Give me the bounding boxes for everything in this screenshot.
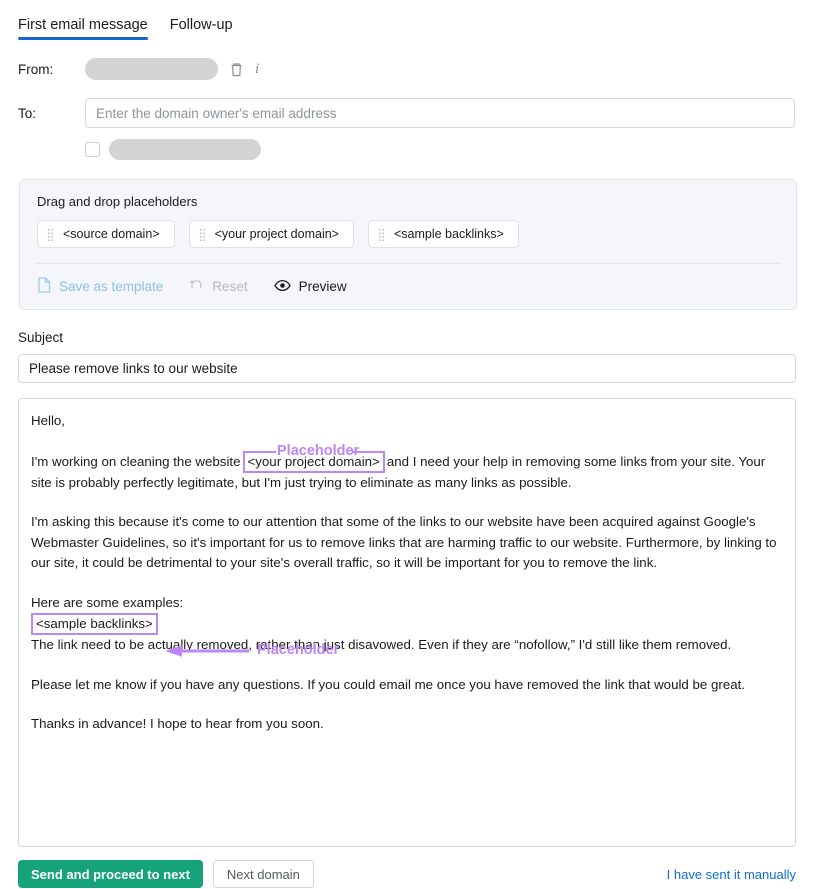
to-email-input[interactable]	[85, 98, 795, 128]
placeholder-chip-source-domain[interactable]: <source domain>	[37, 220, 175, 248]
placeholder-token-sample-backlinks[interactable]: <sample backlinks>	[31, 613, 158, 635]
reset-button[interactable]: Reset	[189, 278, 248, 295]
tab-label: First email message	[18, 17, 148, 33]
body-paragraph-5: Thanks in advance! I hope to hear from y…	[31, 716, 324, 731]
drag-handle-icon[interactable]	[198, 227, 206, 241]
subject-input[interactable]	[18, 354, 796, 383]
email-body-editor[interactable]: Hello, I'm working on cleaning the websi…	[18, 398, 796, 847]
placeholder-chip-your-project-domain[interactable]: <your project domain>	[188, 220, 354, 248]
from-icon-group: i	[230, 61, 259, 77]
p1-before-text: I'm working on cleaning the website	[31, 453, 241, 469]
cc-address-redacted	[109, 138, 261, 160]
tab-follow-up[interactable]: Follow-up	[170, 17, 233, 40]
save-as-template-button[interactable]: Save as template	[37, 277, 163, 296]
document-icon	[37, 277, 51, 296]
panel-divider	[37, 263, 779, 264]
sent-manually-link[interactable]: I have sent it manually	[667, 867, 796, 882]
chip-label: <source domain>	[63, 227, 160, 241]
undo-icon	[189, 278, 204, 295]
body-sample-backlinks-line: <sample backlinks>	[31, 613, 783, 635]
panel-actions: Save as template Reset Preview	[37, 277, 779, 296]
footer-actions: Send and proceed to next Next domain I h…	[18, 859, 796, 889]
placeholders-panel: Drag and drop placeholders <source domai…	[19, 179, 797, 310]
send-and-proceed-button[interactable]: Send and proceed to next	[18, 860, 203, 888]
annotation-arrow-placeholder-2	[165, 645, 249, 657]
body-paragraph-1: I'm working on cleaning the website <your…	[31, 450, 783, 494]
subject-label: Subject	[18, 330, 64, 345]
placeholders-title: Drag and drop placeholders	[37, 194, 198, 209]
from-address-redacted	[85, 58, 218, 80]
preview-label: Preview	[298, 279, 347, 294]
body-paragraph-4: Please let me know if you have any quest…	[31, 676, 746, 692]
from-row: From: i	[18, 56, 813, 82]
save-as-template-label: Save as template	[59, 279, 164, 294]
cc-row	[85, 138, 813, 160]
next-domain-button[interactable]: Next domain	[212, 860, 314, 888]
annotation-caption-placeholder-2: Placeholder	[257, 642, 340, 658]
tab-label: Follow-up	[169, 17, 233, 33]
chip-label: <sample backlinks>	[393, 227, 504, 241]
eye-icon	[273, 279, 291, 295]
preview-button[interactable]: Preview	[273, 279, 347, 295]
trash-icon[interactable]	[230, 62, 243, 77]
tab-first-email-message[interactable]: First email message	[18, 17, 148, 40]
from-label: From:	[18, 61, 54, 77]
body-greeting: Hello,	[31, 413, 65, 428]
cc-checkbox[interactable]	[85, 141, 100, 157]
info-icon[interactable]: i	[255, 61, 259, 77]
chip-label: <your project domain>	[214, 227, 339, 241]
body-examples-intro: Here are some examples:	[31, 594, 184, 610]
to-row: To:	[18, 98, 813, 128]
to-label: To:	[18, 105, 37, 121]
tab-bar: First email message Follow-up	[0, 0, 813, 40]
reset-label: Reset	[212, 279, 248, 294]
annotation-caption-placeholder-1: Placeholder	[277, 443, 360, 459]
placeholder-chip-list: <source domain> <your project domain> <s…	[37, 220, 779, 248]
drag-handle-icon[interactable]	[47, 227, 54, 241]
body-paragraph-3: The link need to be actually removed, ra…	[31, 637, 732, 652]
body-paragraph-2: I'm asking this because it's come to our…	[31, 514, 777, 570]
placeholder-chip-sample-backlinks[interactable]: <sample backlinks>	[367, 220, 519, 248]
drag-handle-icon[interactable]	[377, 227, 385, 241]
